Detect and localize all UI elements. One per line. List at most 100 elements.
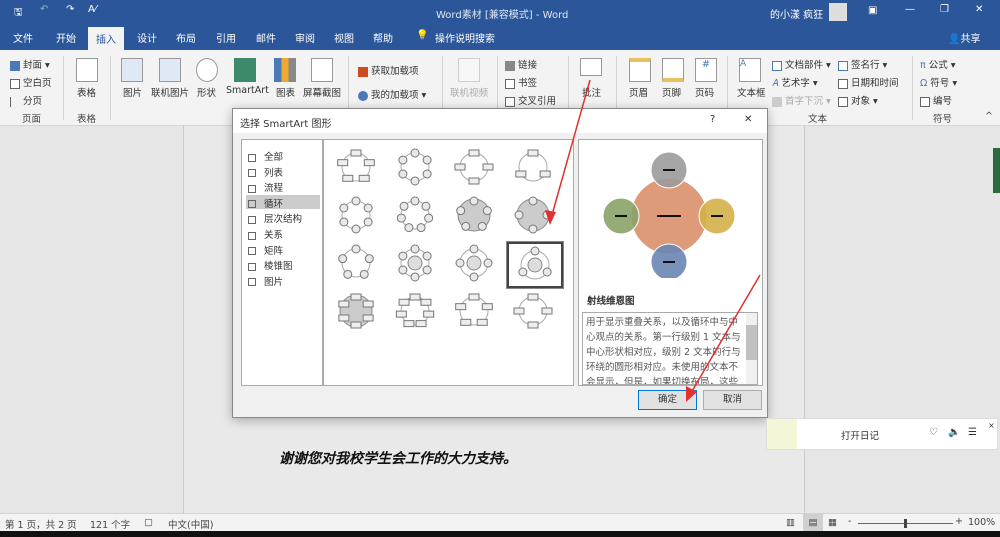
my-addins-button[interactable]: 我的加载项 ▾ [358,87,426,101]
layout-thumbnail[interactable] [448,146,504,192]
zoom-level[interactable]: 100% [968,517,995,528]
print-layout-icon[interactable]: ▤ [803,514,823,531]
cancel-button[interactable]: 取消 [703,390,762,410]
zoom-out-button[interactable]: - [848,516,851,527]
layout-thumbnail[interactable] [389,194,445,240]
heart-icon[interactable]: ♡ [929,427,938,438]
layout-thumbnail[interactable] [506,241,564,289]
tab-design[interactable]: 设计 [137,30,157,45]
pictures-button[interactable]: 图片 [123,85,142,99]
table-button[interactable]: 表格 [77,85,96,99]
layout-thumbnail[interactable] [389,242,445,288]
page-number-button[interactable]: 页码 [695,85,714,99]
screenshot-button[interactable]: 屏幕截图 [303,85,341,99]
category-item[interactable]: 循环 [246,194,320,210]
layout-thumbnail[interactable] [330,146,386,192]
layout-thumbnail[interactable] [330,194,386,240]
equation-button[interactable]: π 公式 ▾ [920,57,956,71]
share-button[interactable]: 👤共享 [948,30,980,45]
datetime-button[interactable]: 日期和时间 [838,75,899,89]
shapes-button[interactable]: 形状 [197,85,216,99]
online-pictures-button[interactable]: 联机图片 [151,85,189,99]
ribbon-display-icon[interactable]: ▣ [868,5,877,16]
web-layout-icon[interactable]: ▦ [828,517,837,528]
zoom-slider[interactable] [858,519,953,528]
word-count[interactable]: 121 个字 [90,517,130,531]
cross-reference-button[interactable]: 交叉引用 [505,93,556,107]
link-button[interactable]: 链接 [505,57,537,71]
category-item[interactable]: 矩阵 [246,242,320,257]
tab-layout[interactable]: 布局 [176,30,196,45]
tab-mailings[interactable]: 邮件 [256,30,276,45]
category-item[interactable]: 棱锥图 [246,257,320,272]
ok-button[interactable]: 确定 [638,390,697,410]
layout-thumbnail[interactable] [507,194,563,240]
minimize-icon[interactable]: — [905,4,915,15]
category-item[interactable]: 层次结构 [246,210,320,225]
tell-me-search[interactable]: 操作说明搜索 [435,30,495,45]
category-item[interactable]: 列表 [246,164,320,179]
page-count[interactable]: 第 1 页，共 2 页 [5,517,77,531]
document-text[interactable]: 谢谢您对我校学生会工作的大力支持。 [279,448,517,468]
symbol-button[interactable]: Ω 符号 ▾ [920,75,957,89]
layout-thumbnail[interactable] [507,146,563,192]
close-icon[interactable]: ✕ [975,4,983,15]
volume-icon[interactable]: 🔈 [948,427,960,438]
get-addins-button[interactable]: 获取加载项 [358,63,419,77]
signature-line-button[interactable]: 签名行 ▾ [838,57,887,71]
footer-button[interactable]: 页脚 [662,85,681,99]
undo-icon[interactable]: ↶ [40,4,48,15]
collapse-ribbon-icon[interactable]: ^ [985,111,993,122]
layout-thumbnail[interactable] [448,290,504,336]
notification-close-icon[interactable]: × [988,421,995,430]
menu-icon[interactable]: ☰ [968,427,977,438]
tab-view[interactable]: 视图 [334,30,354,45]
save-icon[interactable]: 🖫 [14,5,23,22]
category-item[interactable]: 全部 [246,148,320,163]
side-widget[interactable] [993,148,1000,193]
language[interactable]: 中文(中国) [168,517,213,531]
comment-button[interactable]: 批注 [582,85,601,99]
tab-insert[interactable]: 插入 [88,27,124,50]
header-button[interactable]: 页眉 [629,85,648,99]
redo-icon[interactable]: ↷ [66,4,74,15]
object-button[interactable]: 对象 ▾ [838,93,878,107]
tab-references[interactable]: 引用 [216,30,236,45]
layout-thumbnail[interactable] [507,290,563,336]
layout-thumbnail[interactable] [330,290,386,336]
bookmark-button[interactable]: 书签 [505,75,537,89]
cover-page-button[interactable]: 封面 ▾ [10,57,50,71]
layout-thumbnail[interactable] [448,194,504,240]
quick-parts-button[interactable]: 文档部件 ▾ [772,57,831,71]
textbox-button[interactable]: 文本框 [737,85,766,99]
page-break-button[interactable]: 分页 [10,93,42,107]
category-item[interactable]: 图片 [246,273,320,288]
chart-button[interactable]: 图表 [276,85,295,99]
number-button[interactable]: 编号 [920,93,952,107]
layout-thumbnail[interactable] [448,242,504,288]
format-icon[interactable]: A⁄ [88,4,97,15]
tab-file[interactable]: 文件 [13,30,33,45]
category-item[interactable]: 流程 [246,179,320,194]
wordart-button[interactable]: 𝐴 艺术字 ▾ [772,75,818,89]
layout-thumbnail[interactable] [389,146,445,192]
tab-help[interactable]: 帮助 [373,30,393,45]
restore-icon[interactable]: ❐ [940,4,949,15]
dropcap-button[interactable]: 首字下沉 ▾ [772,93,831,107]
layout-thumbnail[interactable] [389,290,445,336]
category-item[interactable]: 关系 [246,226,320,241]
smartart-button[interactable]: SmartArt [226,85,269,96]
dialog-close-button[interactable]: ✕ [744,114,752,125]
read-mode-icon[interactable]: ▥ [786,517,795,528]
notification-popup[interactable]: 打开日记 ♡ 🔈 ☰ × [766,418,998,450]
avatar[interactable] [829,3,847,21]
tab-home[interactable]: 开始 [56,30,76,45]
layout-thumbnail[interactable] [330,242,386,288]
help-button[interactable]: ? [710,114,715,125]
description-scrollbar[interactable] [746,313,757,384]
proofing-icon[interactable]: ▢ [144,517,153,528]
zoom-in-button[interactable]: + [955,516,963,527]
online-video-button[interactable]: 联机视频 [450,85,488,99]
blank-page-button[interactable]: 空白页 [10,75,52,89]
tab-review[interactable]: 审阅 [295,30,315,45]
